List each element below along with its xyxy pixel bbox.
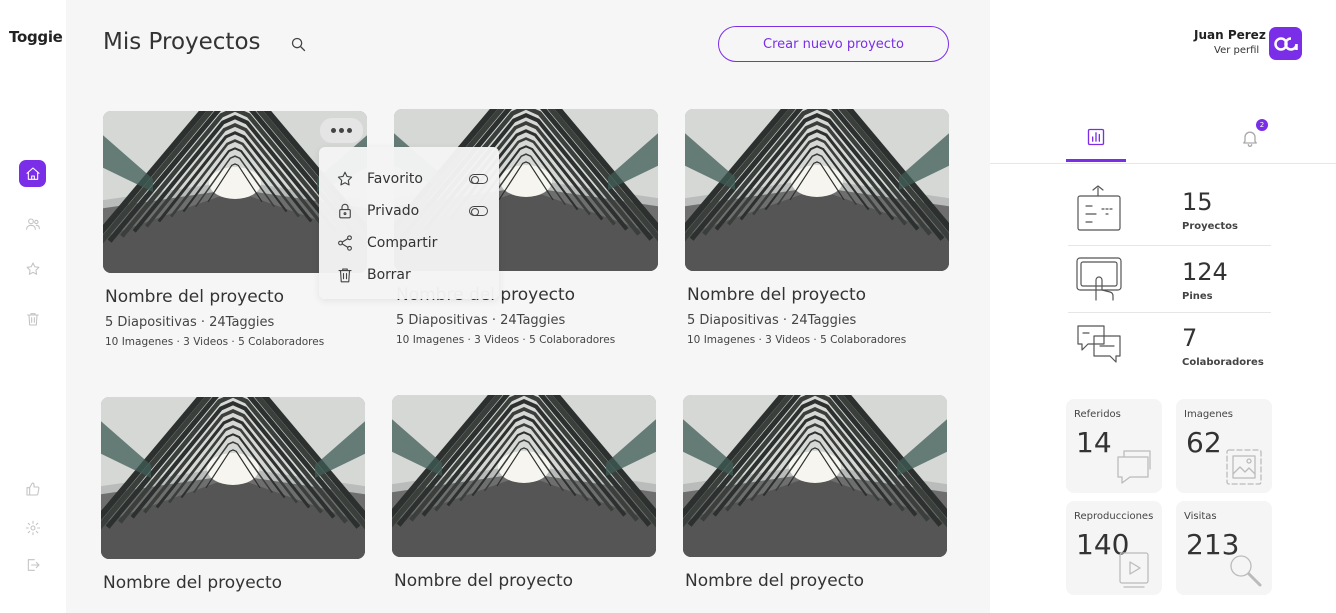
menu-item-borrar[interactable]: Borrar: [335, 263, 411, 287]
right-panel: Juan Perez Ver perfil 2 15 Proyectos 124…: [990, 2, 1336, 613]
search-icon[interactable]: [290, 36, 308, 54]
project-card[interactable]: Nombre del proyecto: [683, 395, 947, 591]
divider: [1068, 312, 1271, 313]
project-card[interactable]: Nombre del proyecto 5 Diapositivas · 24T…: [685, 109, 949, 346]
project-context-menu: Favorito Privado Compartir Borrar: [319, 147, 499, 299]
private-toggle[interactable]: [469, 206, 488, 216]
menu-item-label: Borrar: [367, 267, 411, 283]
tile-visitas: Visitas 213: [1176, 501, 1272, 595]
share-icon: [335, 233, 355, 253]
chat-icon: [1114, 447, 1154, 487]
page-title: Mis Proyectos: [103, 29, 261, 55]
project-meta: 10 Imagenes · 3 Videos · 5 Colaboradores: [105, 336, 325, 348]
menu-item-label: Favorito: [367, 171, 423, 187]
main-content: Mis Proyectos Crear nuevo proyecto Nombr…: [66, 0, 990, 613]
tile-imagenes: Imagenes 62: [1176, 399, 1272, 493]
menu-item-favorito[interactable]: Favorito: [335, 167, 495, 191]
trash-icon[interactable]: [19, 305, 46, 332]
project-thumbnail[interactable]: [392, 395, 656, 557]
stat-number: 15: [1182, 188, 1213, 216]
presentation-icon: [1074, 184, 1124, 234]
sidebar: Toggie: [0, 0, 66, 613]
play-icon: [1114, 549, 1154, 589]
stat-pins: 124 Pines: [1068, 254, 1271, 321]
app: Toggie Mis Proyectos Crear nuevo proyect…: [0, 0, 1336, 613]
stat-projects: 15 Proyectos: [1068, 184, 1271, 251]
tile-referidos: Referidos 14: [1066, 399, 1162, 493]
menu-item-label: Privado: [367, 203, 420, 219]
avatar[interactable]: [1269, 27, 1302, 60]
view-profile-link[interactable]: Ver perfil: [1214, 45, 1259, 56]
logo[interactable]: Toggie: [9, 28, 63, 46]
project-thumbnail[interactable]: [683, 395, 947, 557]
stat-collaborators: 7 Colaboradores: [1068, 320, 1271, 387]
project-title[interactable]: Nombre del proyecto: [685, 571, 947, 591]
tile-label: Reproducciones: [1074, 511, 1154, 522]
home-icon[interactable]: [19, 160, 46, 187]
tile-label: Imagenes: [1184, 409, 1234, 420]
more-options-button[interactable]: [320, 118, 363, 143]
project-thumbnail[interactable]: [685, 109, 949, 271]
logout-icon[interactable]: [19, 551, 46, 578]
stat-label: Colaboradores: [1182, 357, 1264, 368]
stat-number: 124: [1182, 258, 1228, 286]
bar-chart-icon: [1087, 128, 1105, 145]
menu-item-label: Compartir: [367, 235, 438, 251]
project-meta: 10 Imagenes · 3 Videos · 5 Colaboradores: [396, 334, 616, 346]
project-card[interactable]: Nombre del proyecto: [392, 395, 656, 591]
bell-icon: [1243, 131, 1257, 147]
favorite-toggle[interactable]: [469, 174, 488, 184]
star-icon: [335, 169, 355, 189]
chat-bubbles-icon: [1074, 320, 1124, 370]
trash-icon: [335, 265, 355, 285]
menu-item-privado[interactable]: Privado: [335, 199, 495, 223]
tile-number: 62: [1186, 426, 1222, 459]
project-summary: 5 Diapositivas · 24Taggies: [396, 313, 566, 328]
image-icon: [1224, 447, 1264, 487]
tab-divider: [990, 163, 1336, 164]
project-title[interactable]: Nombre del proyecto: [394, 571, 656, 591]
star-icon[interactable]: [19, 255, 46, 282]
lock-icon: [335, 201, 355, 221]
tile-label: Referidos: [1074, 409, 1121, 420]
project-thumbnail[interactable]: [101, 397, 365, 559]
tile-reproducciones: Reproducciones 140: [1066, 501, 1162, 595]
user-name: Juan Perez: [1194, 28, 1266, 42]
project-summary: 5 Diapositivas · 24Taggies: [105, 315, 275, 330]
menu-item-compartir[interactable]: Compartir: [335, 231, 437, 255]
divider: [1068, 245, 1271, 246]
search-icon: [1224, 549, 1264, 589]
project-title[interactable]: Nombre del proyecto: [687, 285, 949, 305]
thumbs-up-icon[interactable]: [19, 475, 46, 502]
create-project-button[interactable]: Crear nuevo proyecto: [718, 26, 949, 62]
users-icon[interactable]: [19, 210, 46, 237]
stats-tab[interactable]: [1066, 114, 1126, 162]
gear-icon[interactable]: [19, 514, 46, 541]
notification-badge: 2: [1256, 119, 1268, 131]
touch-screen-icon: [1074, 254, 1124, 304]
project-meta: 10 Imagenes · 3 Videos · 5 Colaboradores: [687, 334, 907, 346]
stat-number: 7: [1182, 324, 1198, 352]
tile-number: 14: [1076, 426, 1112, 459]
stat-label: Pines: [1182, 291, 1213, 302]
tile-label: Visitas: [1184, 511, 1217, 522]
stat-label: Proyectos: [1182, 221, 1238, 232]
project-card[interactable]: Nombre del proyecto: [101, 397, 365, 593]
project-summary: 5 Diapositivas · 24Taggies: [687, 313, 857, 328]
project-title[interactable]: Nombre del proyecto: [103, 573, 365, 593]
notifications-tab[interactable]: 2: [1220, 114, 1280, 162]
